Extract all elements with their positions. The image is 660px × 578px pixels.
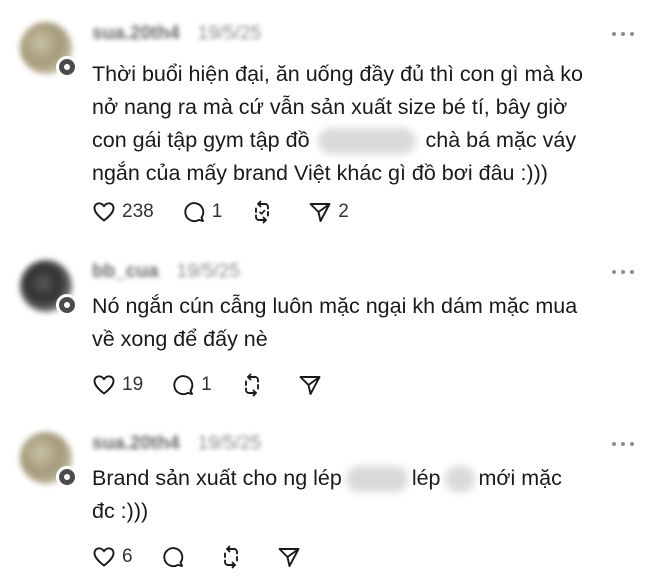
censored-blur: [444, 466, 475, 493]
action-bar: 6: [92, 542, 335, 572]
like-count: 19: [122, 374, 144, 395]
reply-button[interactable]: 1: [171, 373, 212, 397]
follow-badge-icon[interactable]: [56, 466, 78, 488]
like-count: 6: [122, 546, 133, 567]
like-count: 238: [122, 201, 154, 222]
comment-3: sua.20th4 19/5/25 Brand sản xuất cho ng …: [0, 424, 660, 578]
text-line: ngắn của mấy brand Việt khác gì đồ bơi đ…: [92, 161, 548, 185]
username[interactable]: sua.20th4: [92, 433, 180, 455]
heart-icon: [93, 202, 115, 222]
text-line: đc :))): [92, 499, 149, 523]
repost-icon: [255, 200, 270, 224]
heart-icon: [93, 547, 115, 567]
reply-button[interactable]: 1: [182, 200, 223, 224]
comment-text: Brand sản xuất cho ng lép lép mới mặc đc :…: [92, 462, 640, 528]
text-line: chà bá mặc váy: [425, 128, 577, 152]
censored-blur: [317, 128, 416, 155]
avatar[interactable]: [20, 22, 78, 78]
timestamp: 19/5/25: [197, 23, 262, 44]
censored-blur: [345, 466, 408, 493]
more-dots-icon[interactable]: [612, 439, 634, 449]
text-line: Thời buổi hiện đại, ăn uống đầy đủ thì c…: [92, 62, 584, 86]
like-button[interactable]: 238: [92, 200, 154, 224]
comment-bubble-icon: [184, 202, 204, 223]
text-line: Nó ngắn cún cẫng luôn mặc ngại kh dám mặ…: [92, 294, 578, 318]
more-dots-icon[interactable]: [612, 29, 634, 39]
reply-button[interactable]: [161, 545, 191, 569]
timestamp: 19/5/25: [197, 433, 262, 454]
text-line: mới mặc: [478, 466, 562, 490]
repost-icon: [223, 545, 238, 569]
send-icon: [278, 548, 300, 567]
action-bar: 19 1: [92, 370, 356, 400]
comment-text: Thời buổi hiện đại, ăn uống đầy đủ thì c…: [92, 58, 640, 190]
send-icon: [299, 376, 321, 395]
repost-icon: [244, 373, 259, 397]
repost-button[interactable]: [250, 200, 280, 224]
username[interactable]: sua.20th4: [92, 23, 180, 45]
comment-bubble-icon: [162, 547, 183, 568]
follow-badge-icon[interactable]: [56, 294, 78, 316]
like-button[interactable]: 6: [92, 545, 133, 569]
share-button[interactable]: [277, 545, 307, 569]
share-count: 2: [338, 201, 349, 222]
comment-2: bb_cua 19/5/25 Nó ngắn cún cẫng luôn mặc…: [0, 252, 660, 420]
comment-bubble-icon: [173, 375, 194, 396]
text-line: con gái tập gym tập đồ: [92, 128, 310, 152]
share-button[interactable]: [298, 373, 328, 397]
text-line: nở nang ra mà cứ vẫn sản xuất size bé tí…: [92, 95, 568, 119]
reply-count: 1: [211, 201, 223, 222]
action-bar: 238 1 2: [92, 197, 377, 227]
send-icon: [309, 203, 331, 222]
comment-1: sua.20th4 19/5/25 Thời buổi hiện đại, ăn…: [0, 0, 660, 248]
follow-badge-icon[interactable]: [56, 56, 78, 78]
more-dots-icon[interactable]: [612, 267, 634, 277]
username[interactable]: bb_cua: [92, 261, 159, 283]
text-line: lép: [411, 466, 441, 490]
like-button[interactable]: 19: [92, 373, 143, 397]
share-button[interactable]: 2: [308, 200, 349, 224]
repost-button[interactable]: [240, 373, 270, 397]
comment-text: Nó ngắn cún cẫng luôn mặc ngại kh dám mặ…: [92, 290, 640, 356]
timestamp: 19/5/25: [176, 261, 240, 282]
repost-button[interactable]: [219, 545, 249, 569]
heart-icon: [93, 375, 115, 395]
text-line: về xong để đấy nè: [92, 327, 268, 351]
avatar[interactable]: [20, 432, 78, 488]
avatar[interactable]: [20, 260, 78, 316]
text-line: Brand sản xuất cho ng lép: [92, 466, 342, 490]
reply-count: 1: [201, 374, 212, 395]
